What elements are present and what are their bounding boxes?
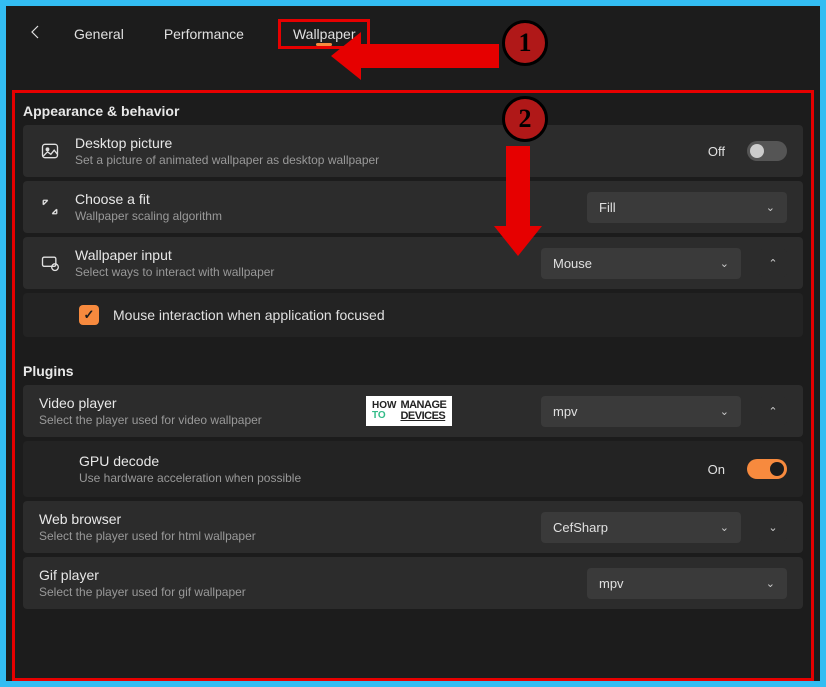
video-player-select[interactable]: mpv ⌄ bbox=[541, 396, 741, 427]
settings-window: General Performance Wallpaper 1 2 HOW TO… bbox=[6, 6, 820, 681]
gif-player-value: mpv bbox=[599, 576, 624, 591]
wallpaper-input-select[interactable]: Mouse ⌄ bbox=[541, 248, 741, 279]
web-browser-expand[interactable]: ⌄ bbox=[759, 513, 787, 541]
chevron-down-icon: ⌄ bbox=[720, 405, 729, 418]
video-player-value: mpv bbox=[553, 404, 578, 419]
gif-player-subtitle: Select the player used for gif wallpaper bbox=[39, 585, 573, 599]
video-player-subtitle: Select the player used for video wallpap… bbox=[39, 413, 527, 427]
tab-general[interactable]: General bbox=[68, 18, 130, 50]
wallpaper-input-title: Wallpaper input bbox=[75, 247, 527, 263]
web-browser-title: Web browser bbox=[39, 511, 527, 527]
choose-fit-value: Fill bbox=[599, 200, 616, 215]
annotation-arrow-1 bbox=[331, 32, 499, 80]
input-icon bbox=[39, 252, 61, 274]
tabs: General Performance Wallpaper bbox=[68, 18, 370, 50]
wallpaper-input-collapse[interactable]: ⌃ bbox=[759, 249, 787, 277]
section-appearance-title: Appearance & behavior bbox=[15, 93, 811, 121]
video-player-title: Video player bbox=[39, 395, 527, 411]
wallpaper-input-subtitle: Select ways to interact with wallpaper bbox=[75, 265, 527, 279]
back-button[interactable] bbox=[24, 20, 48, 49]
section-plugins-title: Plugins bbox=[15, 341, 811, 381]
annotation-arrow-2 bbox=[494, 146, 542, 256]
chevron-down-icon: ⌄ bbox=[766, 577, 775, 590]
row-gpu-decode[interactable]: GPU decode Use hardware acceleration whe… bbox=[23, 441, 803, 497]
web-browser-value: CefSharp bbox=[553, 520, 608, 535]
desktop-picture-subtitle: Set a picture of animated wallpaper as d… bbox=[75, 153, 694, 167]
picture-icon bbox=[39, 140, 61, 162]
gif-player-select[interactable]: mpv ⌄ bbox=[587, 568, 787, 599]
chevron-down-icon: ⌄ bbox=[766, 201, 775, 214]
mouse-interaction-checkbox[interactable]: ✓ bbox=[79, 305, 99, 325]
row-mouse-interaction[interactable]: ✓ Mouse interaction when application foc… bbox=[23, 293, 803, 337]
tab-performance[interactable]: Performance bbox=[158, 18, 250, 50]
video-player-collapse[interactable]: ⌃ bbox=[759, 397, 787, 425]
desktop-picture-title: Desktop picture bbox=[75, 135, 694, 151]
mouse-interaction-label: Mouse interaction when application focus… bbox=[113, 307, 385, 323]
chevron-down-icon: ⌄ bbox=[720, 257, 729, 270]
wallpaper-input-value: Mouse bbox=[553, 256, 592, 271]
gif-player-title: Gif player bbox=[39, 567, 573, 583]
desktop-picture-toggle[interactable] bbox=[747, 141, 787, 161]
row-choose-fit[interactable]: Choose a fit Wallpaper scaling algorithm… bbox=[23, 181, 803, 233]
web-browser-subtitle: Select the player used for html wallpape… bbox=[39, 529, 527, 543]
watermark-logo: HOW TO MANAGE DEVICES bbox=[366, 396, 452, 426]
gpu-decode-title: GPU decode bbox=[79, 453, 694, 469]
annotation-badge-1: 1 bbox=[502, 20, 548, 66]
annotation-badge-2: 2 bbox=[502, 96, 548, 142]
gpu-decode-subtitle: Use hardware acceleration when possible bbox=[79, 471, 694, 485]
desktop-picture-toggle-label: Off bbox=[708, 144, 725, 159]
fit-icon bbox=[39, 196, 61, 218]
content-area: Appearance & behavior Desktop picture Se… bbox=[12, 90, 814, 681]
row-wallpaper-input[interactable]: Wallpaper input Select ways to interact … bbox=[23, 237, 803, 289]
row-web-browser[interactable]: Web browser Select the player used for h… bbox=[23, 501, 803, 553]
web-browser-select[interactable]: CefSharp ⌄ bbox=[541, 512, 741, 543]
gpu-decode-toggle-label: On bbox=[708, 462, 725, 477]
row-gif-player[interactable]: Gif player Select the player used for gi… bbox=[23, 557, 803, 609]
gpu-decode-toggle[interactable] bbox=[747, 459, 787, 479]
chevron-down-icon: ⌄ bbox=[720, 521, 729, 534]
row-desktop-picture[interactable]: Desktop picture Set a picture of animate… bbox=[23, 125, 803, 177]
choose-fit-select[interactable]: Fill ⌄ bbox=[587, 192, 787, 223]
